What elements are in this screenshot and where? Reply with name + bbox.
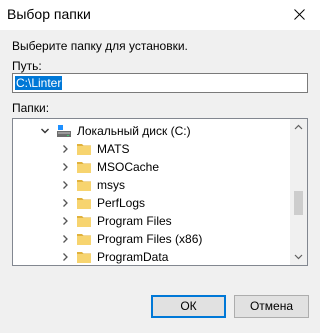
ok-button[interactable]: ОК: [151, 295, 226, 318]
tree-item-label: Program Files: [97, 214, 172, 228]
tree-item-label: ProgramData: [97, 250, 169, 264]
chevron-down-icon[interactable]: [40, 126, 50, 136]
tree-item[interactable]: MSOCache: [13, 158, 291, 176]
path-input[interactable]: C:\Linter: [12, 73, 308, 93]
tree-item[interactable]: MATS: [13, 140, 291, 158]
tree-item[interactable]: ProgramData: [13, 248, 291, 265]
tree-item[interactable]: Program Files: [13, 212, 291, 230]
chevron-right-icon[interactable]: [60, 162, 70, 172]
window-title: Выбор папки: [7, 6, 91, 22]
folders-label: Папки:: [12, 101, 50, 115]
tree-item-label: Program Files (x86): [97, 232, 203, 246]
chevron-right-icon[interactable]: [60, 234, 70, 244]
tree-item-label: MATS: [97, 142, 130, 156]
chevron-right-icon[interactable]: [60, 198, 70, 208]
folder-icon: [77, 162, 91, 173]
drive-icon: [57, 125, 71, 137]
folder-icon: [77, 144, 91, 155]
chevron-right-icon[interactable]: [60, 180, 70, 190]
folder-icon: [77, 216, 91, 227]
chevron-right-icon[interactable]: [60, 252, 70, 262]
chevron-right-icon[interactable]: [60, 216, 70, 226]
scrollbar-thumb[interactable]: [294, 191, 303, 215]
tree-item-label: Локальный диск (C:): [77, 124, 191, 138]
tree-item[interactable]: PerfLogs: [13, 194, 291, 212]
tree-item-label: msys: [97, 178, 125, 192]
vertical-scrollbar[interactable]: [290, 119, 307, 265]
close-icon: [294, 9, 305, 20]
path-input-value: C:\Linter: [15, 76, 63, 90]
folder-icon: [77, 234, 91, 245]
scroll-down-icon[interactable]: [290, 248, 307, 265]
folder-icon: [77, 180, 91, 191]
instruction-text: Выберите папку для установки.: [12, 39, 188, 53]
tree-item[interactable]: msys: [13, 176, 291, 194]
cancel-button[interactable]: Отмена: [234, 295, 309, 318]
chevron-right-icon[interactable]: [60, 144, 70, 154]
tree-item[interactable]: Program Files (x86): [13, 230, 291, 248]
path-label: Путь:: [12, 59, 42, 73]
tree-item-label: PerfLogs: [97, 196, 146, 210]
close-button[interactable]: [280, 0, 320, 30]
folder-icon: [77, 252, 91, 263]
tree-item-root[interactable]: Локальный диск (C:): [13, 122, 291, 140]
title-bar: Выбор папки: [0, 0, 320, 30]
scroll-up-icon[interactable]: [290, 119, 307, 136]
folder-tree[interactable]: Локальный диск (C:) MATS MSOCache msys Perf…: [12, 118, 308, 266]
folder-icon: [77, 198, 91, 209]
tree-item-label: MSOCache: [97, 160, 160, 174]
